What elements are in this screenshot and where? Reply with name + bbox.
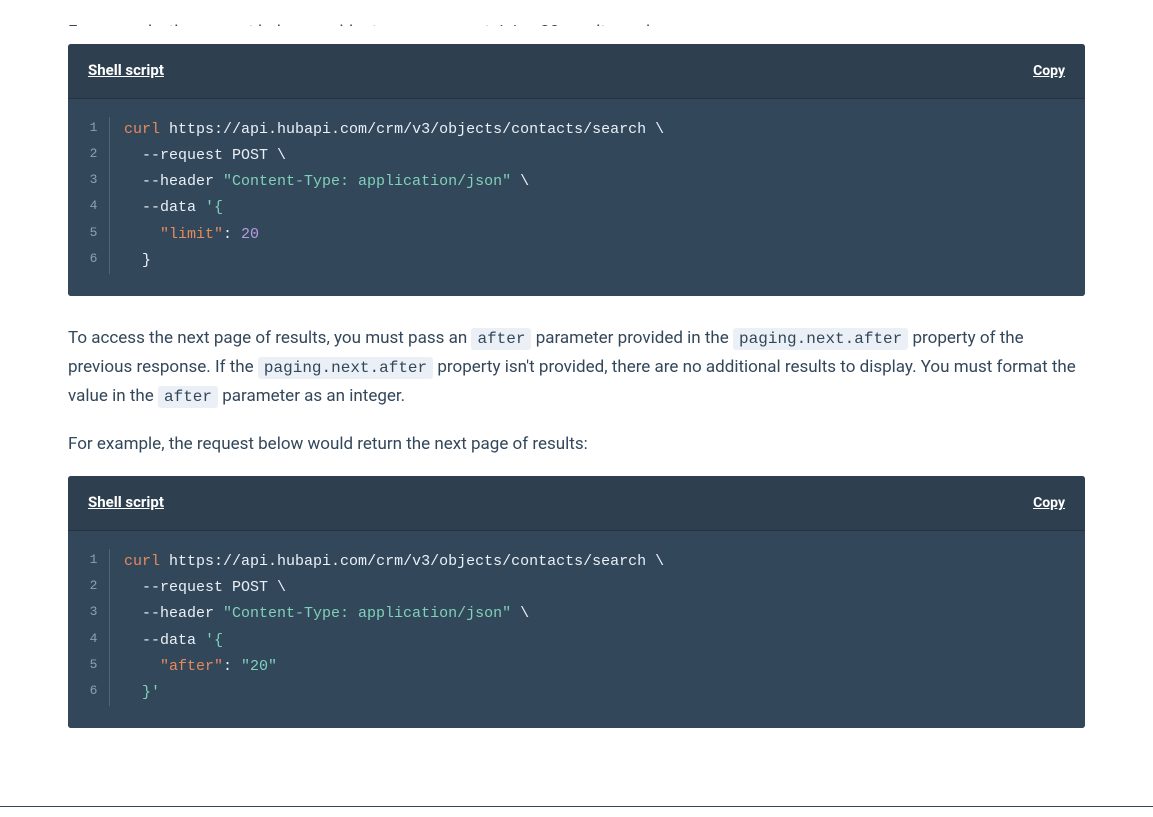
code-line: 6 }' (84, 680, 1069, 706)
divider (0, 806, 1153, 807)
line-content: "after": "20" (124, 654, 277, 680)
line-content: --data '{ (124, 628, 223, 654)
line-number: 6 (84, 248, 110, 274)
line-content: "limit": 20 (124, 222, 259, 248)
para-after-explain: To access the next page of results, you … (68, 324, 1085, 412)
code-line: 2 --request POST \ (84, 143, 1069, 169)
line-number: 4 (84, 628, 110, 654)
line-content: --request POST \ (124, 575, 286, 601)
text-segment: To access the next page of results, you … (68, 328, 471, 348)
line-number: 5 (84, 222, 110, 248)
code-body: 1 curl https://api.hubapi.com/crm/v3/obje… (68, 99, 1085, 297)
line-number: 1 (84, 549, 110, 575)
line-content: curl https://api.hubapi.com/crm/v3/objec… (124, 117, 664, 143)
line-number: 5 (84, 654, 110, 680)
copy-button[interactable]: Copy (1033, 63, 1065, 79)
inline-code-paging-next-after: paging.next.after (258, 357, 433, 379)
code-header: Shell script Copy (68, 476, 1085, 531)
code-line: 1 curl https://api.hubapi.com/crm/v3/obje… (84, 117, 1069, 143)
code-line: 6 } (84, 248, 1069, 274)
intro-text-partial: For example, the request below would ret… (68, 18, 1085, 26)
code-line: 5 "limit": 20 (84, 222, 1069, 248)
line-number: 1 (84, 117, 110, 143)
inline-code-after: after (471, 328, 531, 350)
code-title[interactable]: Shell script (88, 490, 164, 516)
copy-button[interactable]: Copy (1033, 495, 1065, 511)
code-line: 3 --header "Content-Type: application/js… (84, 601, 1069, 627)
code-body: 1 curl https://api.hubapi.com/crm/v3/obje… (68, 531, 1085, 729)
line-number: 4 (84, 195, 110, 221)
line-content: curl https://api.hubapi.com/crm/v3/objec… (124, 549, 664, 575)
code-line: 1 curl https://api.hubapi.com/crm/v3/obje… (84, 549, 1069, 575)
code-block-2: Shell script Copy 1 curl https://api.huba… (68, 476, 1085, 728)
code-block-1: Shell script Copy 1 curl https://api.huba… (68, 44, 1085, 296)
text-segment: parameter provided in the (531, 328, 733, 348)
code-line: 4 --data '{ (84, 195, 1069, 221)
code-line: 3 --header "Content-Type: application/js… (84, 169, 1069, 195)
code-title[interactable]: Shell script (88, 58, 164, 84)
line-content: --header "Content-Type: application/json… (124, 169, 529, 195)
code-line: 2 --request POST \ (84, 575, 1069, 601)
doc-container: For example, the request below would ret… (0, 18, 1153, 776)
line-number: 3 (84, 169, 110, 195)
code-line: 5 "after": "20" (84, 654, 1069, 680)
inline-code-after: after (158, 386, 218, 408)
line-content: } (124, 248, 151, 274)
code-line: 4 --data '{ (84, 628, 1069, 654)
code-header: Shell script Copy (68, 44, 1085, 99)
line-content: --request POST \ (124, 143, 286, 169)
line-number: 3 (84, 601, 110, 627)
para-next-page-example: For example, the request below would ret… (68, 430, 1085, 459)
line-number: 2 (84, 575, 110, 601)
line-content: --data '{ (124, 195, 223, 221)
inline-code-paging-next-after: paging.next.after (733, 328, 908, 350)
line-content: }' (124, 680, 160, 706)
line-content: --header "Content-Type: application/json… (124, 601, 529, 627)
text-segment: parameter as an integer. (218, 386, 405, 406)
line-number: 2 (84, 143, 110, 169)
line-number: 6 (84, 680, 110, 706)
